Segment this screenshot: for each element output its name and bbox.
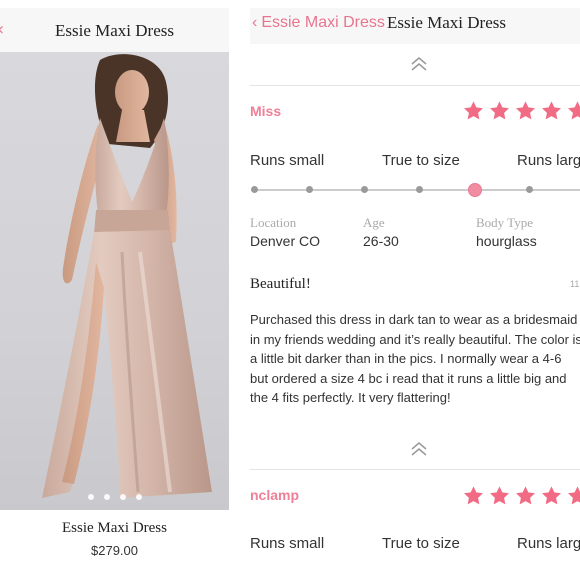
star-rating: [462, 100, 580, 126]
carousel-dot[interactable]: [135, 494, 142, 500]
reviewer-name: Miss: [250, 103, 282, 119]
star-icon: [516, 101, 535, 120]
star-icon: [542, 486, 561, 505]
divider: [250, 469, 580, 470]
reviews-panel: ‹ Essie Maxi Dress Essie Maxi Dress Miss …: [250, 0, 580, 580]
back-button-label: Essie Maxi Dress: [261, 14, 385, 31]
star-icon: [542, 101, 561, 120]
fit-label-true: True to size: [382, 152, 460, 169]
location-value: Denver CO: [250, 233, 321, 249]
product-name: Essie Maxi Dress: [62, 520, 167, 536]
star-rating: [462, 485, 580, 511]
double-chevron-up-icon[interactable]: [410, 57, 428, 71]
double-chevron-up-icon[interactable]: [410, 442, 428, 456]
product-detail-panel: ‹ Essie Maxi Dress: [0, 0, 229, 580]
star-icon: [568, 101, 580, 120]
star-icon: [516, 486, 535, 505]
fit-slider-step: [361, 186, 368, 193]
location-label: Location: [250, 215, 297, 230]
star-icon: [464, 486, 483, 505]
age-value: 26-30: [363, 233, 399, 249]
carousel-dot[interactable]: [119, 494, 126, 500]
review-body: Purchased this dress in dark tan to wear…: [250, 312, 580, 405]
star-icon: [490, 486, 509, 505]
fit-slider-step: [251, 186, 258, 193]
left-nav-bar: ‹ Essie Maxi Dress: [0, 8, 229, 52]
fit-label-true: True to size: [382, 535, 460, 552]
reviewer-name: nclamp: [250, 487, 300, 503]
product-price: $279.00: [91, 543, 138, 558]
carousel-dot[interactable]: [103, 494, 110, 500]
body-type-label: Body Type: [476, 215, 533, 230]
fit-slider-step: [306, 186, 313, 193]
back-button[interactable]: ‹ Essie Maxi Dress: [252, 14, 385, 32]
body-type-value: hourglass: [476, 233, 537, 249]
product-photo[interactable]: [0, 52, 229, 510]
age-label: Age: [363, 215, 385, 230]
panel-divider: [229, 0, 250, 580]
review-date: 11: [570, 279, 580, 289]
star-icon: [490, 101, 509, 120]
right-nav-bar: ‹ Essie Maxi Dress Essie Maxi Dress: [250, 8, 580, 44]
fit-label-small: Runs small: [250, 535, 325, 552]
star-icon: [568, 486, 580, 505]
model-in-dress-image: [42, 54, 212, 498]
chevron-left-icon: ‹: [252, 14, 258, 31]
review-title: Beautiful!: [250, 276, 311, 292]
page-title: Essie Maxi Dress: [387, 13, 506, 32]
divider: [250, 85, 580, 86]
page-title: Essie Maxi Dress: [55, 21, 174, 40]
star-icon: [464, 101, 483, 120]
fit-label-large: Runs large: [517, 152, 580, 169]
fit-slider-step: [526, 186, 533, 193]
carousel-dot[interactable]: [87, 494, 94, 500]
fit-slider-selected: [468, 183, 482, 197]
fit-slider-step: [416, 186, 423, 193]
fit-label-small: Runs small: [250, 152, 325, 169]
carousel-indicator[interactable]: [0, 485, 229, 504]
fit-label-large: Runs large: [517, 535, 580, 552]
